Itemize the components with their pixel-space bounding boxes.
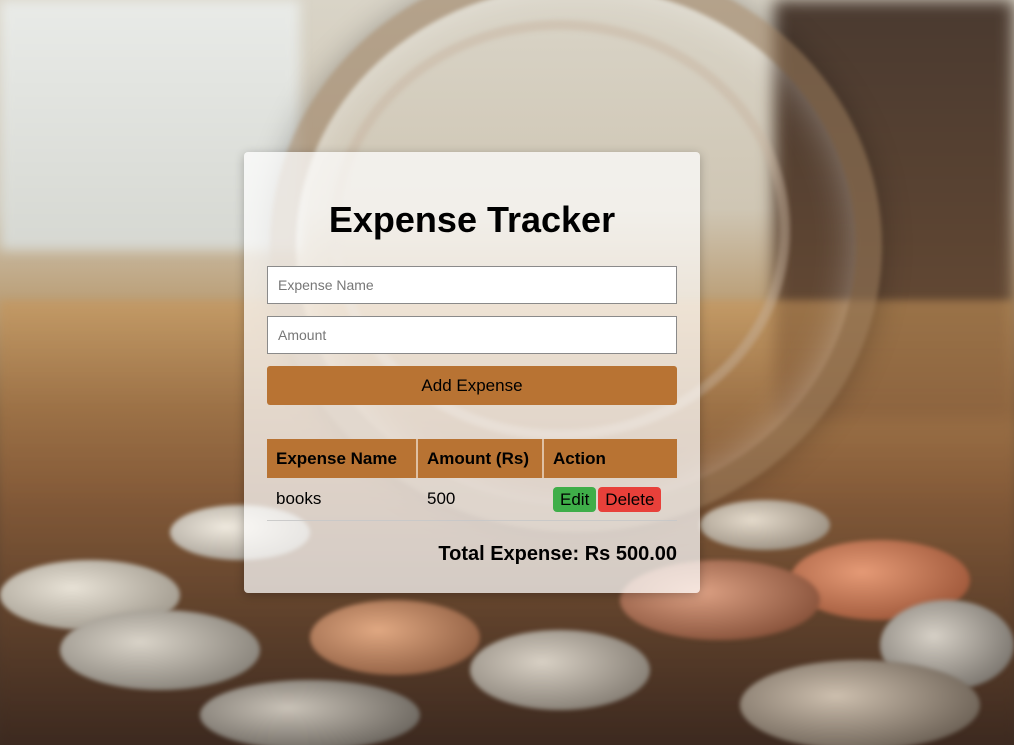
background-coin [60, 610, 260, 690]
background-coin [310, 600, 480, 675]
table-header-row: Expense Name Amount (Rs) Action [267, 439, 677, 478]
expense-amount-cell: 500 [418, 478, 544, 521]
expense-action-cell: Edit Delete [544, 478, 677, 521]
table-row: books 500 Edit Delete [267, 478, 677, 521]
column-header-action: Action [544, 439, 677, 478]
page-title: Expense Tracker [328, 199, 616, 240]
delete-button[interactable]: Delete [598, 486, 662, 512]
expense-name-input[interactable] [267, 266, 677, 304]
background-coin [470, 630, 650, 710]
expense-tracker-card: Expense Tracker Add Expense Expense Name… [244, 152, 700, 593]
expense-name-cell: books [267, 478, 418, 521]
total-expense: Total Expense: Rs 500.00 [438, 543, 677, 565]
background-coin [700, 500, 830, 550]
background-coin [200, 680, 420, 745]
background-coin [740, 660, 980, 745]
column-header-expense-name: Expense Name [267, 439, 418, 478]
amount-input[interactable] [267, 316, 677, 354]
add-expense-button[interactable]: Add Expense [267, 366, 677, 405]
expense-table: Expense Name Amount (Rs) Action books 50… [267, 439, 677, 521]
column-header-amount: Amount (Rs) [418, 439, 544, 478]
edit-button[interactable]: Edit [553, 486, 597, 512]
